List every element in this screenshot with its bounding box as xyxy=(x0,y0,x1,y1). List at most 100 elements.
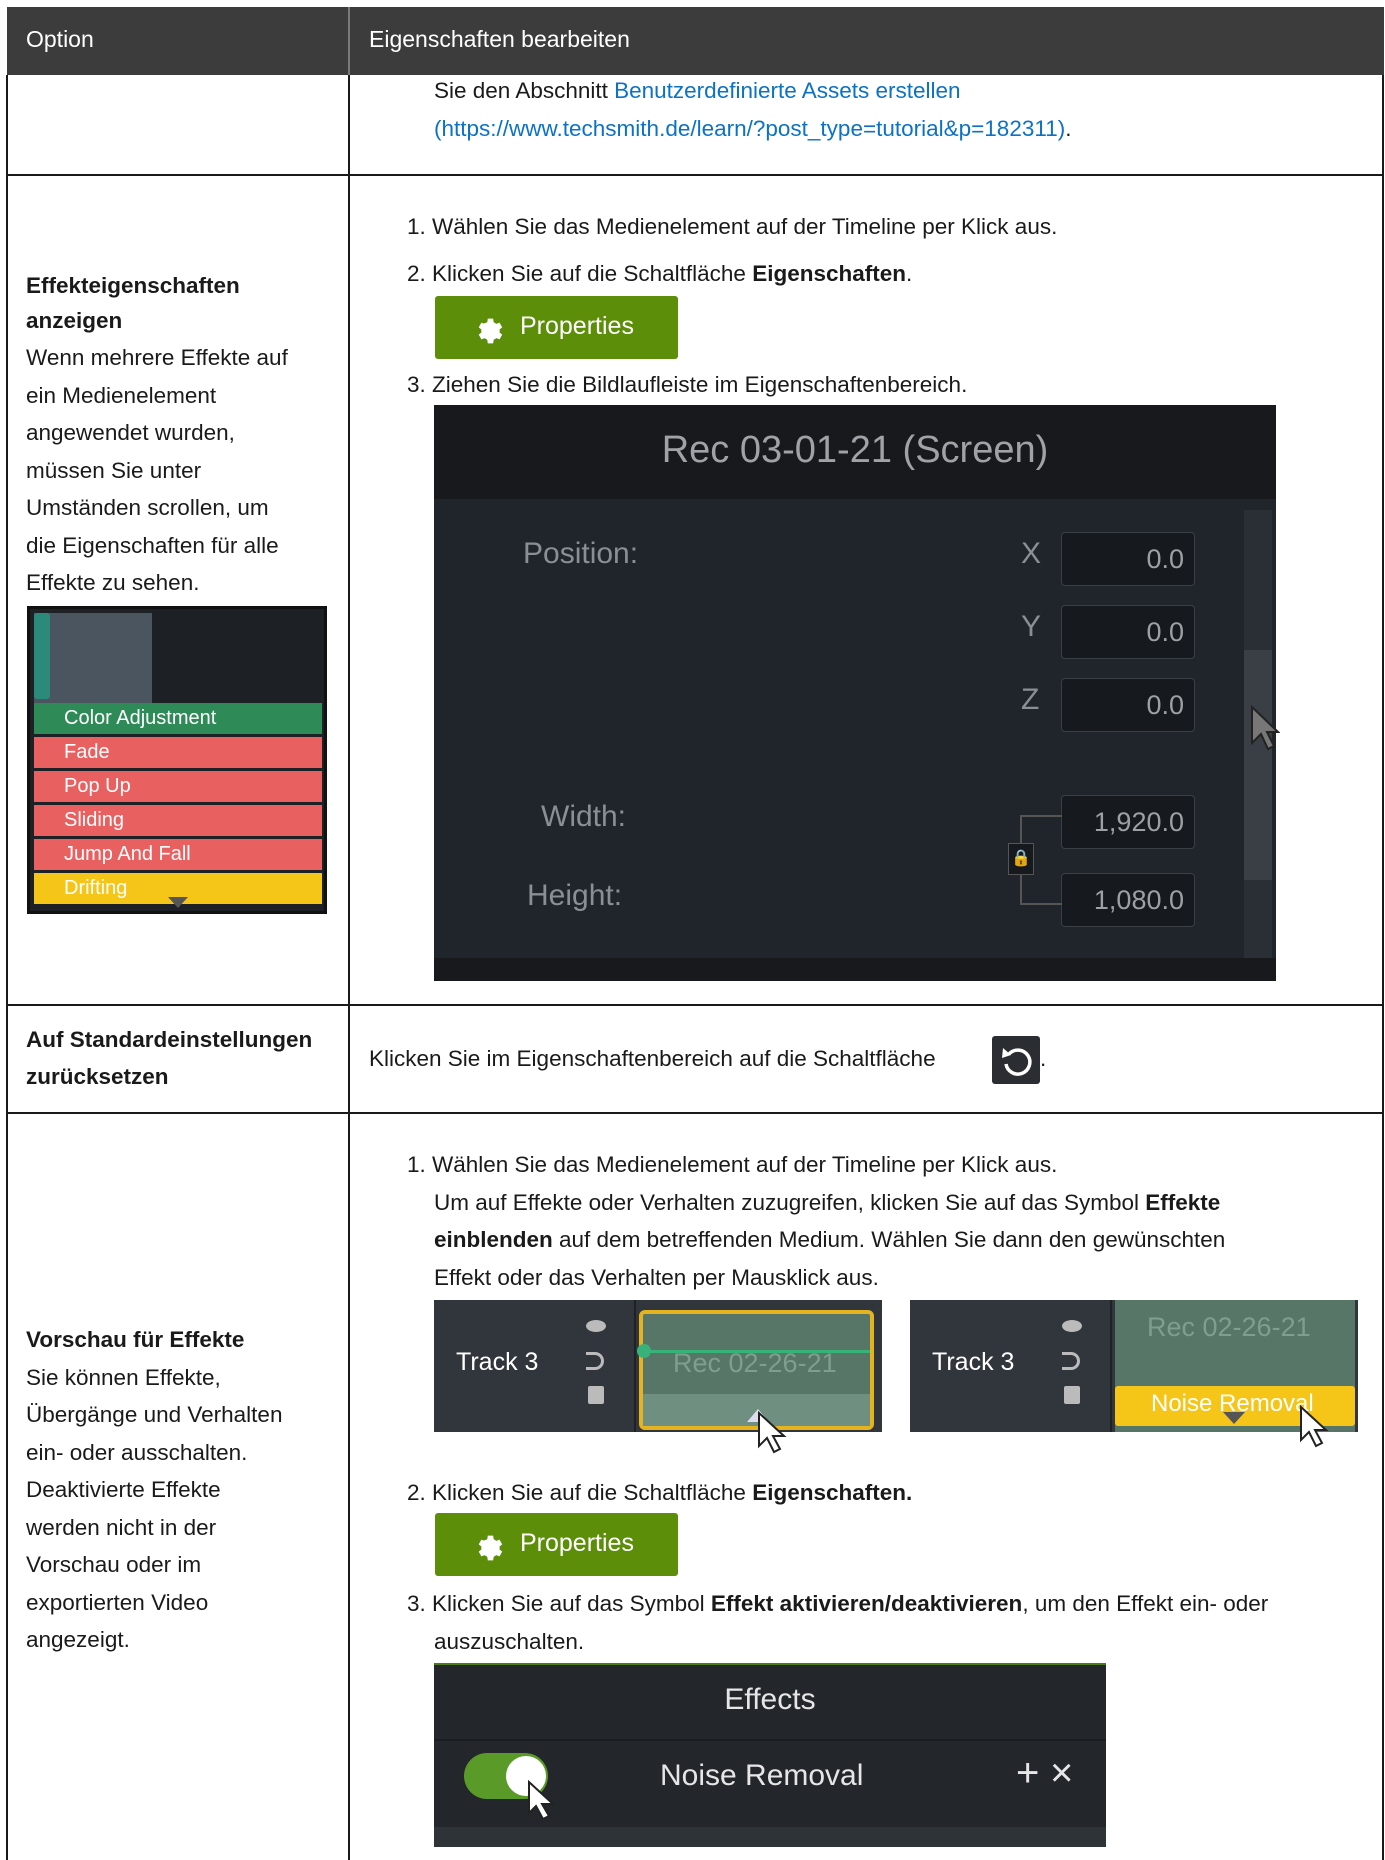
row2-title: Auf Standardeinstellungen xyxy=(26,1027,313,1052)
chevron-down-icon xyxy=(1223,1412,1245,1424)
track-image-1: Track 3 Rec 02-26-21 xyxy=(434,1300,882,1454)
row3-desc: werden nicht in der xyxy=(26,1515,217,1540)
effect-sliding: Sliding xyxy=(34,805,322,836)
row3-step1b: Um auf Effekte oder Verhalten zuzugreife… xyxy=(434,1190,1221,1215)
panel-title: Rec 03-01-21 (Screen) xyxy=(661,429,1049,471)
track-label: Track 3 xyxy=(456,1348,539,1376)
magnet-icon[interactable] xyxy=(1062,1352,1080,1370)
row0-text: Sie den Abschnitt Benutzerdefinierte Ass… xyxy=(434,78,961,103)
row3-desc: Sie können Effekte, xyxy=(26,1365,221,1390)
x-field[interactable]: 0.0 xyxy=(1061,532,1195,586)
row3-desc: ein- oder ausschalten. xyxy=(26,1440,248,1465)
row1-desc: Wenn mehrere Effekte auf xyxy=(26,345,288,370)
effect-pop-up: Pop Up xyxy=(34,771,322,802)
column-divider xyxy=(348,75,350,1860)
position-label: Position: xyxy=(523,537,639,570)
reset-icon xyxy=(1002,1048,1032,1076)
effects-top-accent xyxy=(434,1663,1106,1665)
effects-divider xyxy=(434,1739,1106,1741)
panel-scrollbar-thumb[interactable] xyxy=(1244,650,1272,880)
row3-title: Vorschau für Effekte xyxy=(26,1327,245,1352)
header-option: Option xyxy=(26,26,94,52)
row3-desc: Übergänge und Verhalten xyxy=(26,1402,283,1427)
header-edit-properties: Eigenschaften bearbeiten xyxy=(369,26,630,52)
effects-stack-image: Color Adjustment Fade Pop Up Sliding Jum… xyxy=(27,606,327,914)
lock-icon[interactable] xyxy=(1064,1386,1080,1404)
clip-thumbnail xyxy=(34,613,152,705)
cursor-icon xyxy=(758,1410,787,1454)
header-divider xyxy=(348,7,350,75)
row3-desc: angezeigt. xyxy=(26,1627,130,1652)
track-image-2: Track 3 Rec 02-26-21 Noise Removal xyxy=(910,1300,1358,1448)
effect-name: Noise Removal xyxy=(660,1759,864,1792)
effects-footer xyxy=(434,1827,1106,1847)
row1-desc: angewendet wurden, xyxy=(26,420,235,445)
table-header xyxy=(7,7,1384,75)
properties-button[interactable]: Properties xyxy=(435,296,678,359)
z-field[interactable]: 0.0 xyxy=(1061,678,1195,732)
row3-desc: Deaktivierte Effekte xyxy=(26,1477,221,1502)
custom-assets-link[interactable]: Benutzerdefinierte Assets erstellen xyxy=(614,78,960,103)
row1-title: Effekteigenschaften xyxy=(26,273,240,298)
track-label: Track 3 xyxy=(932,1348,1015,1376)
clip-handle xyxy=(34,613,50,699)
reset-button[interactable] xyxy=(992,1036,1040,1084)
row2-text-end: . xyxy=(1040,1046,1047,1071)
row1-title-2: anzeigen xyxy=(26,308,123,333)
row1-desc: müssen Sie unter xyxy=(26,458,202,483)
x-label: X xyxy=(1021,537,1042,570)
row3-step1: 1. Wählen Sie das Medienelement auf der … xyxy=(407,1152,1058,1177)
height-field[interactable]: 1,080.0 xyxy=(1061,873,1195,927)
row1-desc: ein Medienelement xyxy=(26,383,217,408)
width-field[interactable]: 1,920.0 xyxy=(1061,795,1195,849)
table-border-right xyxy=(1382,75,1384,1860)
y-field[interactable]: 0.0 xyxy=(1061,605,1195,659)
cursor-icon xyxy=(1300,1404,1329,1448)
lock-icon[interactable]: 🔒 xyxy=(1008,843,1034,875)
gear-icon xyxy=(478,318,503,344)
row3-desc: exportierten Video xyxy=(26,1590,209,1615)
row3-step3: 3. Klicken Sie auf das Symbol Effekt akt… xyxy=(407,1591,1269,1616)
track-divider xyxy=(634,1300,636,1432)
clip-title: Rec 02-26-21 xyxy=(673,1348,837,1378)
row-divider xyxy=(7,1112,1384,1114)
eye-icon[interactable] xyxy=(586,1320,606,1332)
row1-step1: 1. Wählen Sie das Medienelement auf der … xyxy=(407,214,1058,239)
row1-step3: 3. Ziehen Sie die Bildlaufleiste im Eige… xyxy=(407,372,968,397)
row2-title-2: zurücksetzen xyxy=(26,1064,169,1089)
row1-desc: Umständen scrollen, um xyxy=(26,495,269,520)
cursor-icon xyxy=(1251,705,1280,751)
panel-footer xyxy=(434,958,1276,981)
custom-assets-url[interactable]: (https://www.techsmith.de/learn/?post_ty… xyxy=(434,116,1065,141)
add-icon[interactable]: + xyxy=(1016,1751,1039,1796)
height-label: Height: xyxy=(527,879,623,912)
width-label: Width: xyxy=(541,800,627,833)
clip-title: Rec 02-26-21 xyxy=(1147,1312,1311,1342)
z-label: Z xyxy=(1021,683,1040,716)
magnet-icon[interactable] xyxy=(586,1352,604,1370)
eye-icon[interactable] xyxy=(1062,1320,1082,1332)
properties-panel-image: Rec 03-01-21 (Screen) Position: X 0.0 Y … xyxy=(434,405,1280,981)
row1-desc: die Eigenschaften für alle xyxy=(26,533,279,558)
row3-step1b-line2: einblenden auf dem betreffenden Medium. … xyxy=(434,1227,1226,1252)
remove-icon[interactable]: × xyxy=(1050,1751,1073,1796)
row3-step1b-line3: Effekt oder das Verhalten per Mausklick … xyxy=(434,1265,879,1290)
lock-icon[interactable] xyxy=(588,1386,604,1404)
track-divider xyxy=(1110,1300,1112,1432)
row3-step3-line2: auszuschalten. xyxy=(434,1629,585,1654)
effect-jump-and-fall: Jump And Fall xyxy=(34,839,322,870)
row1-step2: 2. Klicken Sie auf die Schaltfläche Eige… xyxy=(407,261,913,286)
row1-desc: Effekte zu sehen. xyxy=(26,570,200,595)
effect-fade: Fade xyxy=(34,737,322,768)
row0-link-url-line: (https://www.techsmith.de/learn/?post_ty… xyxy=(434,116,1072,141)
row-divider xyxy=(7,174,1384,176)
effect-color-adjustment: Color Adjustment xyxy=(34,703,322,734)
row3-desc: Vorschau oder im xyxy=(26,1552,202,1577)
row3-step2: 2. Klicken Sie auf die Schaltfläche Eige… xyxy=(407,1480,913,1505)
properties-button[interactable]: Properties xyxy=(435,1513,678,1576)
effects-panel-image: Effects Noise Removal + × xyxy=(434,1663,1106,1847)
effects-title: Effects xyxy=(724,1683,816,1716)
clip-keyframe xyxy=(637,1344,651,1358)
row-divider xyxy=(7,1004,1384,1006)
gear-icon xyxy=(478,1535,503,1561)
